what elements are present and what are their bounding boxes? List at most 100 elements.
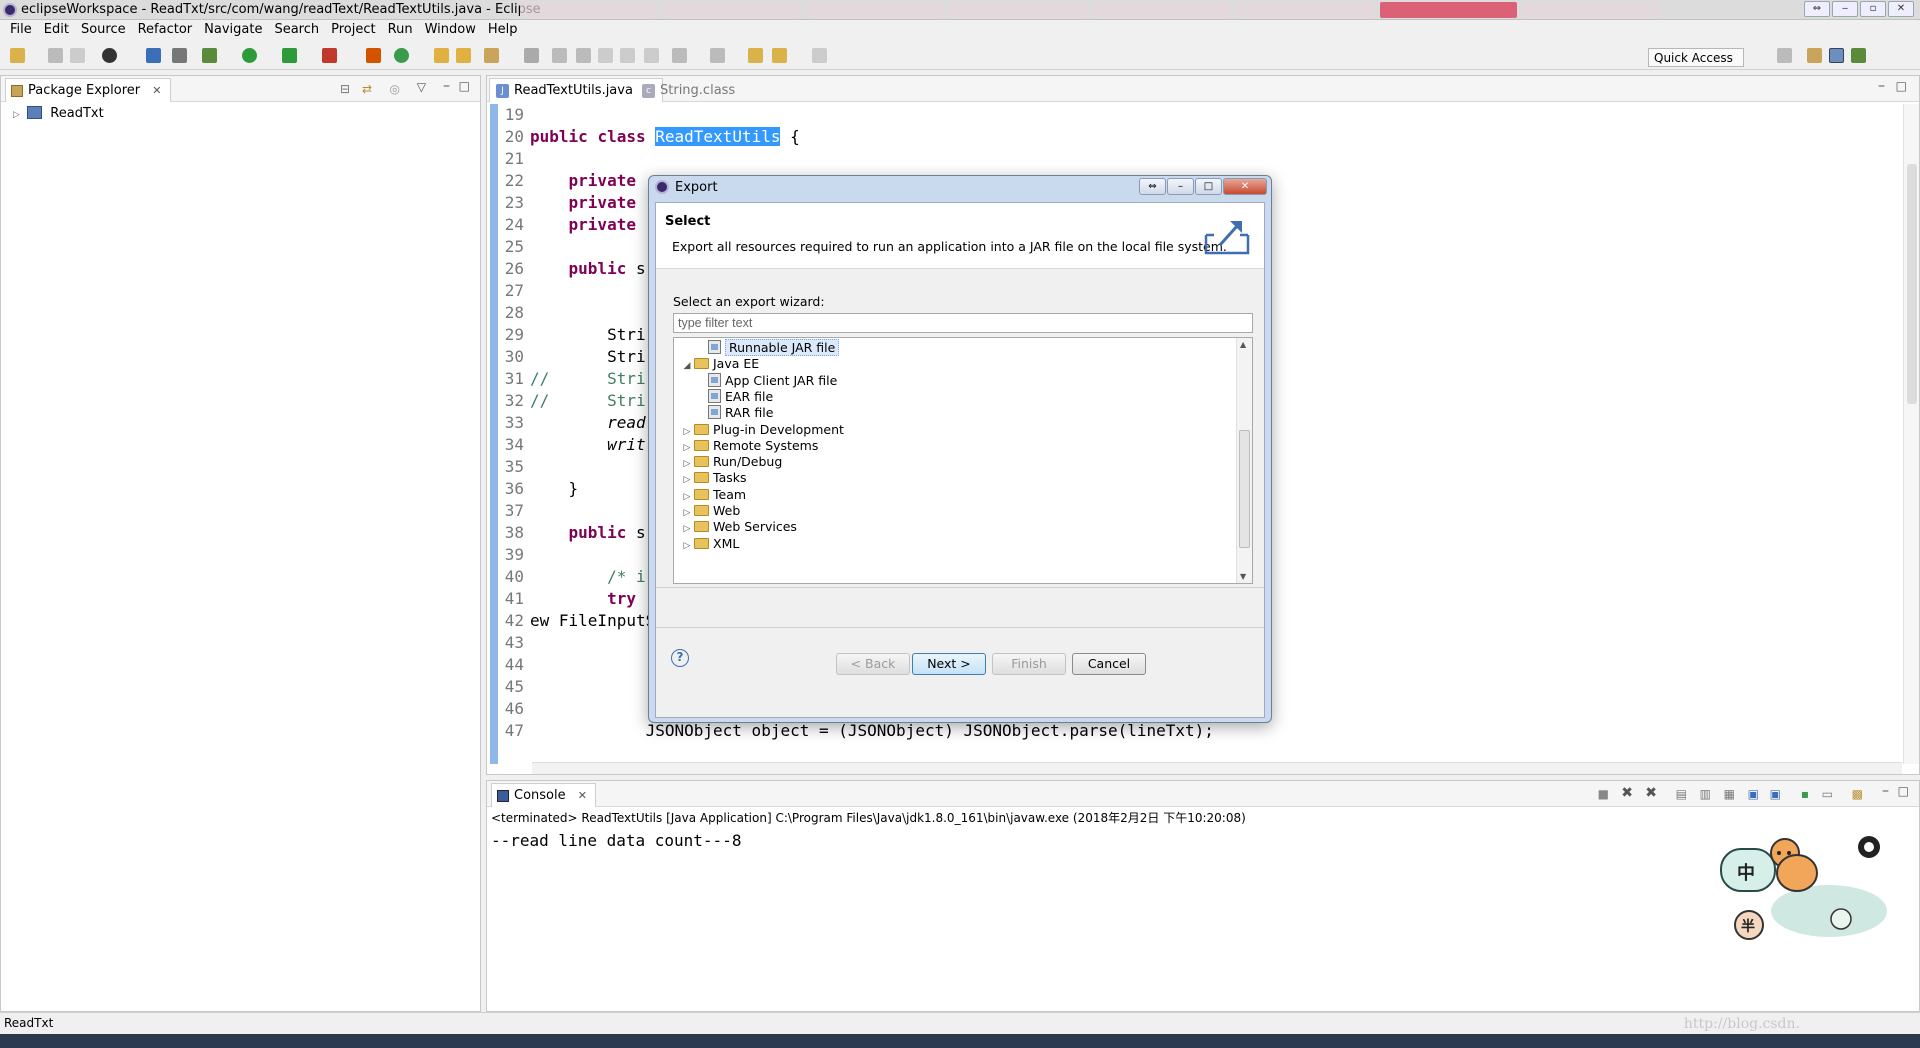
cancel-button[interactable]: Cancel [1072, 653, 1146, 675]
scroll-thumb[interactable] [1239, 430, 1250, 548]
tab-string-class[interactable]: c String.class [635, 78, 744, 102]
format-icon[interactable] [644, 48, 659, 63]
code-line[interactable]: 20 public class ReadTextUtils { [487, 126, 1919, 148]
maximize-icon[interactable]: □ [1896, 79, 1907, 93]
link-editor-icon[interactable]: ⇄ [362, 82, 372, 96]
quick-access-field[interactable]: Quick Access [1648, 48, 1744, 67]
collapse-icon[interactable]: ◢ [680, 356, 694, 376]
annotation-icon[interactable] [524, 48, 539, 63]
menu-navigate[interactable]: Navigate [198, 20, 268, 40]
wizard-tree[interactable]: ▷ XML ▷ Web Services ▷ Web ▷ Team ▷ Tasks ▷ Run/Deb… [673, 337, 1253, 584]
mark-occurrences-icon[interactable] [552, 48, 567, 63]
terminal-icon[interactable] [146, 48, 161, 63]
code-line[interactable]: 47 JSONObject object = (JSONObject) JSON… [487, 720, 1919, 742]
forward-icon[interactable] [812, 48, 827, 63]
run-icon[interactable] [242, 48, 257, 63]
minimize-icon[interactable]: – [1878, 78, 1885, 94]
scroll-up-icon[interactable]: ▲ [1240, 340, 1246, 349]
code-line[interactable]: 19 [487, 104, 1919, 126]
tab-console[interactable]: Console ✕ [491, 783, 596, 807]
close-icon[interactable]: ✕ [578, 789, 587, 802]
editor-vertical-scrollbar[interactable] [1903, 104, 1919, 764]
wizard-tree-item[interactable]: Runnable JAR file [694, 338, 840, 358]
restore-icon[interactable]: ⇔ [1139, 178, 1166, 195]
collapse-all-icon[interactable]: ⊟ [340, 82, 350, 96]
restore-icon[interactable]: ⇔ [1804, 1, 1830, 17]
help-icon[interactable]: ? [671, 649, 689, 667]
skip-breakpoints-icon[interactable] [172, 48, 187, 63]
back-icon[interactable] [772, 48, 787, 63]
tab-package-explorer[interactable]: Package Explorer ✕ [5, 78, 171, 102]
profile-icon[interactable] [102, 48, 117, 63]
menu-source[interactable]: Source [75, 20, 132, 40]
new-class-icon[interactable] [394, 48, 409, 63]
editor-horizontal-scrollbar[interactable] [532, 762, 1902, 774]
show-source-icon[interactable] [620, 48, 635, 63]
back-button[interactable]: < Back [836, 653, 910, 675]
menu-project[interactable]: Project [325, 20, 381, 40]
open-console-icon[interactable]: ▩ [1852, 787, 1863, 801]
prev-annotation-icon[interactable] [710, 48, 725, 63]
open-type-icon[interactable] [434, 48, 449, 63]
show-stderr-icon[interactable]: ▣ [1770, 787, 1781, 801]
whitespace-icon[interactable] [598, 48, 613, 63]
view-menu-icon[interactable]: ▽ [417, 80, 426, 94]
external-tools-icon[interactable] [322, 48, 337, 63]
coverage-icon[interactable] [282, 48, 297, 63]
scroll-lock-icon[interactable]: ▥ [1700, 787, 1711, 801]
finish-button[interactable]: Finish [992, 653, 1066, 675]
save-icon[interactable] [48, 48, 63, 63]
menu-edit[interactable]: Edit [38, 20, 75, 40]
debug-icon[interactable] [202, 48, 217, 63]
filter-input[interactable] [673, 313, 1253, 333]
menu-search[interactable]: Search [268, 20, 325, 40]
maximize-icon[interactable]: □ [459, 79, 470, 93]
minimize-icon[interactable]: – [1167, 178, 1194, 195]
tree-vertical-scrollbar[interactable]: ▲ ▼ [1236, 338, 1252, 583]
minimize-icon[interactable]: ‒ [1832, 1, 1858, 17]
menu-window[interactable]: Window [419, 20, 482, 40]
maximize-icon[interactable]: □ [1898, 784, 1909, 798]
word-wrap-icon[interactable]: ▦ [1724, 787, 1735, 801]
scroll-thumb[interactable] [1907, 164, 1917, 404]
project-node[interactable]: ▷ ReadTxt [13, 106, 104, 121]
java-perspective-icon[interactable] [1829, 48, 1844, 63]
expand-icon[interactable]: ▷ [13, 110, 23, 120]
close-icon[interactable]: ✕ [152, 84, 161, 97]
scroll-down-icon[interactable]: ▼ [1240, 572, 1246, 581]
maximize-icon[interactable]: ▫ [1860, 1, 1886, 17]
menu-file[interactable]: File [4, 20, 38, 40]
search-icon[interactable] [484, 48, 499, 63]
last-edit-icon[interactable] [748, 48, 763, 63]
java-ee-perspective-icon[interactable] [1807, 48, 1822, 63]
menu-run[interactable]: Run [382, 20, 419, 40]
expand-icon[interactable]: ▷ [680, 422, 694, 442]
debug-perspective-icon[interactable] [1851, 48, 1866, 63]
console-output[interactable]: --read line data count---8 [491, 831, 741, 850]
pin-console-icon[interactable]: ▪ [1801, 787, 1809, 801]
show-stdout-icon[interactable]: ▣ [1748, 787, 1759, 801]
close-icon[interactable]: ✕ [1223, 178, 1267, 195]
new-java-project-icon[interactable] [366, 48, 381, 63]
terminate-icon[interactable]: ■ [1598, 787, 1609, 801]
clear-console-icon[interactable]: ▤ [1676, 787, 1687, 801]
code-line[interactable]: 21 [487, 148, 1919, 170]
minimize-icon[interactable]: – [443, 78, 450, 94]
new-icon[interactable] [10, 48, 25, 63]
remove-all-icon[interactable]: ✖ [1645, 785, 1657, 801]
block-select-icon[interactable] [576, 48, 591, 63]
menu-help[interactable]: Help [482, 20, 524, 40]
minimize-icon[interactable]: – [1882, 783, 1889, 799]
close-icon[interactable]: ✕ [1888, 1, 1914, 17]
next-annotation-icon[interactable] [672, 48, 687, 63]
save-all-icon[interactable] [70, 48, 85, 63]
maximize-icon[interactable]: □ [1195, 178, 1222, 195]
open-folder-icon[interactable] [456, 48, 471, 63]
focus-icon[interactable]: ◎ [390, 82, 400, 96]
remove-launch-icon[interactable]: ✖ [1621, 785, 1633, 801]
menu-refactor[interactable]: Refactor [132, 20, 199, 40]
open-perspective-icon[interactable] [1777, 48, 1792, 63]
cat-mascot-widget[interactable]: 中 半 [1719, 829, 1889, 941]
next-button[interactable]: Next > [912, 653, 986, 675]
display-console-icon[interactable]: ▭ [1822, 787, 1833, 801]
